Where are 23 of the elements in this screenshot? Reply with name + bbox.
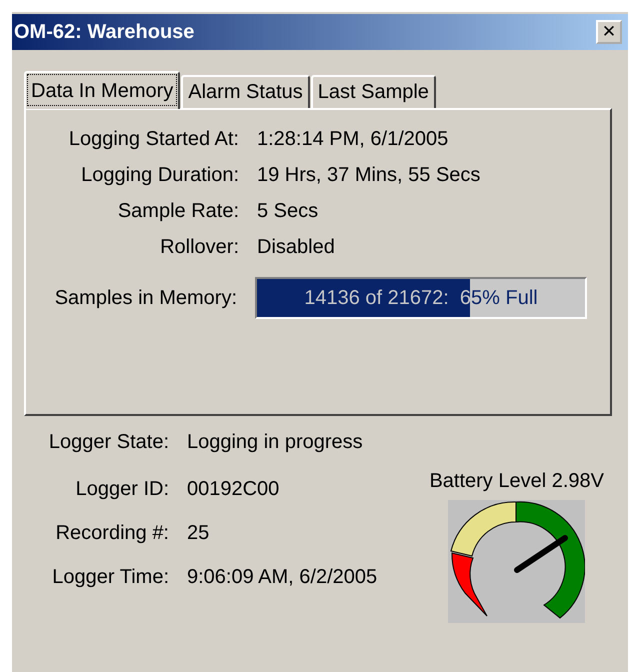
field-label: Recording #: bbox=[54, 521, 169, 545]
field-label: Sample Rate: bbox=[116, 200, 239, 223]
window-title: OM-62: Warehouse bbox=[14, 20, 194, 44]
field-value: 00192C00 bbox=[187, 477, 280, 501]
tab[interactable]: Data In Memory bbox=[24, 71, 180, 109]
field-label: Logger State: bbox=[48, 430, 169, 454]
field-label: Logger ID: bbox=[74, 477, 169, 501]
field-value: 1:28:14 PM, 6/1/2005 bbox=[257, 128, 450, 151]
battery-label: Battery Level 2.98V bbox=[429, 470, 604, 493]
field-label: Samples in Memory: bbox=[54, 286, 237, 310]
field-value: Disabled bbox=[257, 236, 336, 259]
tab[interactable]: Last Sample bbox=[310, 75, 436, 108]
field-label: Logging Duration: bbox=[80, 164, 239, 187]
close-button[interactable]: ✕ bbox=[596, 20, 622, 44]
field-value: 5 Secs bbox=[257, 200, 320, 223]
tab[interactable]: Alarm Status bbox=[181, 75, 310, 108]
field-value: 25 bbox=[187, 521, 210, 545]
field-label: Rollover: bbox=[159, 236, 239, 259]
field-label: Logging Started At: bbox=[68, 128, 239, 151]
field-value: Logging in progress bbox=[187, 430, 364, 454]
field-value: 19 Hrs, 37 Mins, 55 Secs bbox=[257, 164, 480, 187]
field-value: 9:06:09 AM, 6/2/2005 bbox=[187, 565, 378, 589]
field-label: Logger Time: bbox=[51, 565, 169, 589]
